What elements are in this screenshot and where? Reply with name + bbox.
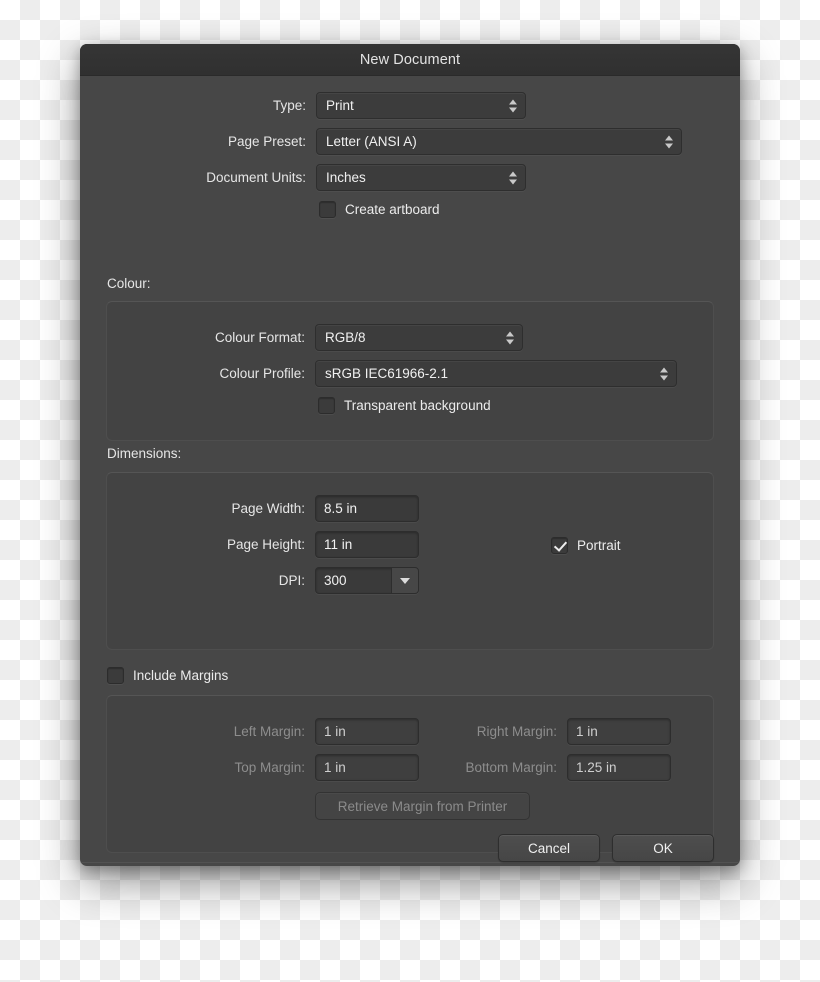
colour-profile-row: Colour Profile: sRGB IEC61966-2.1 — [107, 360, 713, 387]
colour-group-panel: Colour Format: RGB/8 Colour Profile: sRG… — [106, 301, 714, 441]
top-margin-label: Top Margin: — [234, 760, 305, 775]
portrait-label: Portrait — [577, 538, 621, 553]
page-width-label: Page Width: — [231, 501, 305, 516]
dialog-titlebar: New Document — [80, 44, 740, 76]
create-artboard-checkbox[interactable] — [319, 201, 336, 218]
page-height-value: 11 in — [324, 537, 353, 552]
dimensions-group-panel: Page Width: 8.5 in Page Height: 11 in DP… — [106, 472, 714, 650]
colour-profile-select-value: sRGB IEC61966-2.1 — [325, 366, 449, 381]
colour-profile-select[interactable]: sRGB IEC61966-2.1 — [315, 360, 677, 387]
footer-buttons: Cancel OK — [80, 834, 740, 862]
page-width-input[interactable]: 8.5 in — [315, 495, 419, 522]
left-margin-input[interactable]: 1 in — [315, 718, 419, 745]
left-right-margin-row: Left Margin: 1 in Right Margin: 1 in — [107, 718, 713, 745]
page-height-input[interactable]: 11 in — [315, 531, 419, 558]
dialog-body: Type: Print Page Preset: Letter (ANSI A) — [80, 76, 740, 866]
colour-section-title: Colour: — [107, 276, 151, 291]
left-margin-value: 1 in — [324, 724, 346, 739]
chevron-updown-icon[interactable] — [509, 99, 517, 112]
dimensions-section-title: Dimensions: — [107, 446, 182, 461]
cancel-button-label: Cancel — [527, 840, 571, 856]
dpi-value: 300 — [324, 573, 347, 588]
right-margin-input[interactable]: 1 in — [567, 718, 671, 745]
top-margin-input[interactable]: 1 in — [315, 754, 419, 781]
top-margin-value: 1 in — [324, 760, 346, 775]
document-units-row: Document Units: Inches — [80, 164, 740, 191]
colour-format-row: Colour Format: RGB/8 — [107, 324, 713, 351]
dpi-combo[interactable]: 300 — [315, 567, 419, 594]
cancel-button[interactable]: Cancel — [498, 834, 600, 862]
create-artboard-label: Create artboard — [345, 202, 440, 217]
document-units-label: Document Units: — [206, 170, 306, 185]
page-height-row: Page Height: 11 in — [107, 531, 713, 558]
chevron-updown-icon[interactable] — [506, 331, 514, 344]
dpi-row: DPI: 300 — [107, 567, 713, 594]
page-preset-label: Page Preset: — [227, 134, 306, 149]
dpi-label: DPI: — [278, 573, 305, 588]
portrait-checkbox[interactable] — [551, 537, 568, 554]
right-margin-value: 1 in — [576, 724, 598, 739]
new-document-dialog: New Document Type: Print Page Preset: Le… — [80, 44, 740, 866]
retrieve-margin-button-label: Retrieve Margin from Printer — [337, 798, 508, 814]
footer-divider — [80, 862, 740, 863]
transparent-background-label: Transparent background — [344, 398, 491, 413]
right-margin-label: Right Margin: — [476, 724, 557, 739]
ok-button-label: OK — [653, 840, 673, 856]
type-label: Type: — [272, 98, 306, 113]
type-select[interactable]: Print — [316, 92, 526, 119]
left-margin-label: Left Margin: — [233, 724, 305, 739]
page-width-row: Page Width: 8.5 in — [107, 495, 713, 522]
chevron-down-icon[interactable] — [391, 568, 418, 593]
type-select-value: Print — [326, 98, 354, 113]
chevron-updown-icon[interactable] — [660, 367, 668, 380]
include-margins-label: Include Margins — [133, 668, 229, 683]
dialog-title: New Document — [359, 51, 461, 68]
portrait-row[interactable]: Portrait — [551, 537, 621, 554]
colour-format-select-value: RGB/8 — [325, 330, 366, 345]
colour-profile-label: Colour Profile: — [219, 366, 305, 381]
bottom-margin-value: 1.25 in — [576, 760, 617, 775]
colour-format-label: Colour Format: — [214, 330, 305, 345]
include-margins-row[interactable]: Include Margins — [107, 667, 228, 684]
create-artboard-row[interactable]: Create artboard — [319, 201, 740, 218]
type-row: Type: Print — [80, 92, 740, 119]
chevron-updown-icon[interactable] — [509, 171, 517, 184]
include-margins-checkbox[interactable] — [107, 667, 124, 684]
ok-button[interactable]: OK — [612, 834, 714, 862]
page-height-label: Page Height: — [226, 537, 305, 552]
transparent-background-row[interactable]: Transparent background — [318, 397, 713, 414]
bottom-margin-label: Bottom Margin: — [465, 760, 557, 775]
chevron-updown-icon[interactable] — [665, 135, 673, 148]
page-preset-row: Page Preset: Letter (ANSI A) — [80, 128, 740, 155]
bottom-margin-input[interactable]: 1.25 in — [567, 754, 671, 781]
top-settings-group: Type: Print Page Preset: Letter (ANSI A) — [80, 92, 740, 218]
page-preset-select[interactable]: Letter (ANSI A) — [316, 128, 682, 155]
transparent-background-checkbox[interactable] — [318, 397, 335, 414]
document-units-select-value: Inches — [326, 170, 366, 185]
page-width-value: 8.5 in — [324, 501, 358, 516]
page-preset-select-value: Letter (ANSI A) — [326, 134, 417, 149]
top-bottom-margin-row: Top Margin: 1 in Bottom Margin: 1.25 in — [107, 754, 713, 781]
document-units-select[interactable]: Inches — [316, 164, 526, 191]
margins-group-panel: Left Margin: 1 in Right Margin: 1 in Top… — [106, 695, 714, 853]
retrieve-margin-from-printer-button[interactable]: Retrieve Margin from Printer — [315, 792, 530, 820]
colour-format-select[interactable]: RGB/8 — [315, 324, 523, 351]
